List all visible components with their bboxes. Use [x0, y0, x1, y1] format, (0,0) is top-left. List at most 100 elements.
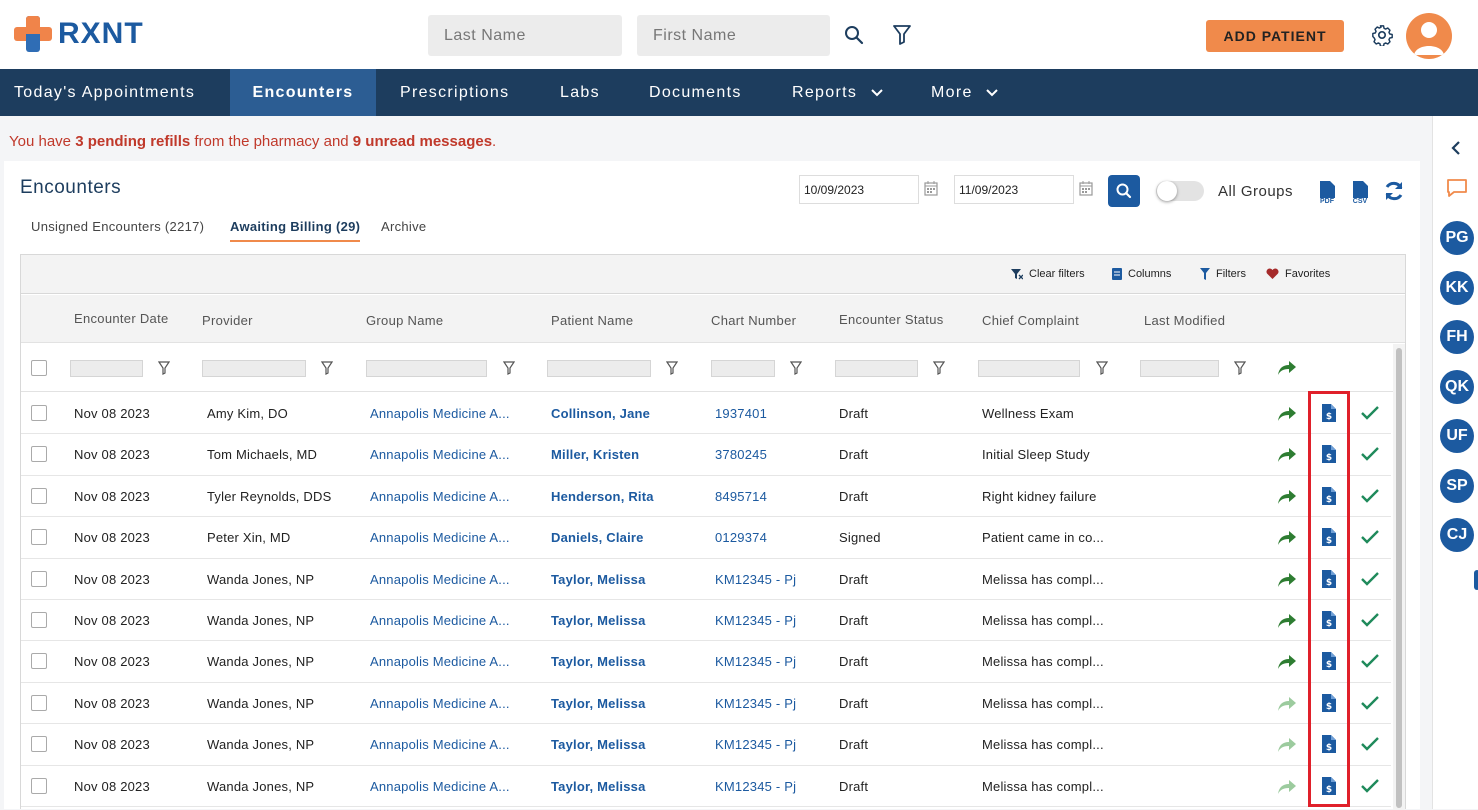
row-checkbox[interactable] — [31, 694, 47, 711]
funnel-icon[interactable] — [1234, 361, 1246, 375]
row-checkbox[interactable] — [31, 446, 47, 463]
table-row[interactable]: Nov 08 2023 Peter Xin, MD Annapolis Medici… — [21, 517, 1391, 559]
patient-name-link[interactable]: Taylor, Melissa — [551, 696, 646, 711]
table-row[interactable]: Nov 08 2023 Wanda Jones, NP Annapolis Medi… — [21, 683, 1391, 725]
check-icon[interactable] — [1361, 654, 1379, 669]
filter-last-modified-input[interactable] — [1140, 360, 1219, 377]
table-scrollbar[interactable] — [1393, 344, 1405, 810]
patient-name-link[interactable]: Taylor, Melissa — [551, 654, 646, 669]
forward-arrow-icon[interactable] — [1277, 737, 1297, 753]
check-icon[interactable] — [1361, 613, 1379, 627]
forward-arrow-icon[interactable] — [1277, 572, 1297, 588]
calendar-icon[interactable] — [1079, 181, 1093, 196]
table-row[interactable]: Nov 08 2023 Wanda Jones, NP Annapolis Medi… — [21, 724, 1391, 766]
table-row[interactable]: Nov 08 2023 Wanda Jones, NP Annapolis Medi… — [21, 559, 1391, 600]
col-chart-number[interactable]: Chart Number — [711, 313, 796, 328]
check-icon[interactable] — [1361, 530, 1379, 544]
user-bubble[interactable]: PG — [1440, 221, 1474, 255]
row-checkbox[interactable] — [31, 529, 47, 546]
date-to-input[interactable] — [954, 175, 1074, 204]
search-icon[interactable] — [843, 24, 865, 46]
unread-messages-link[interactable]: 9 unread messages — [353, 133, 492, 150]
favorites-button[interactable]: Favorites — [1266, 268, 1330, 280]
funnel-icon[interactable] — [1096, 361, 1108, 375]
nav-encounters[interactable]: Encounters — [230, 69, 376, 116]
filter-patient-input[interactable] — [547, 360, 651, 377]
nav-reports[interactable]: Reports — [778, 69, 883, 116]
columns-button[interactable]: Columns — [1112, 268, 1171, 280]
col-encounter-date[interactable]: Encounter Date — [74, 311, 169, 326]
refresh-icon[interactable] — [1383, 180, 1405, 202]
user-bubble[interactable]: UF — [1440, 419, 1474, 453]
user-bubble[interactable]: FH — [1440, 320, 1474, 354]
group-name-link[interactable]: Annapolis Medicine A... — [370, 613, 510, 628]
table-row[interactable]: Nov 08 2023 Tom Michaels, MD Annapolis Med… — [21, 434, 1391, 476]
chevron-left-icon[interactable] — [1450, 140, 1462, 156]
patient-name-link[interactable]: Henderson, Rita — [551, 489, 654, 504]
group-name-link[interactable]: Annapolis Medicine A... — [370, 447, 510, 462]
chart-number-link[interactable]: 1937401 — [715, 406, 767, 421]
funnel-icon[interactable] — [503, 361, 515, 375]
group-name-link[interactable]: Annapolis Medicine A... — [370, 737, 510, 752]
row-checkbox[interactable] — [31, 653, 47, 670]
patient-name-link[interactable]: Taylor, Melissa — [551, 779, 646, 794]
chart-number-link[interactable]: KM12345 - Pj — [715, 654, 796, 669]
check-icon[interactable] — [1361, 737, 1379, 751]
chart-number-link[interactable]: 8495714 — [715, 489, 767, 504]
chart-number-link[interactable]: 0129374 — [715, 530, 767, 545]
check-icon[interactable] — [1361, 778, 1379, 793]
user-bubble[interactable]: CJ — [1440, 518, 1474, 552]
col-group-name[interactable]: Group Name — [366, 313, 443, 328]
tab-archive[interactable]: Archive — [381, 219, 426, 240]
nav-labs[interactable]: Labs — [546, 69, 614, 116]
table-row[interactable]: Nov 08 2023 Wanda Jones, NP Annapolis Medi… — [21, 600, 1391, 642]
table-row[interactable]: Nov 08 2023 Wanda Jones, NP Annapolis Medi… — [21, 766, 1391, 807]
forward-arrow-icon[interactable] — [1277, 654, 1297, 670]
add-patient-button[interactable]: ADD PATIENT — [1206, 20, 1344, 52]
select-all-checkbox[interactable] — [31, 360, 47, 376]
filter-complaint-input[interactable] — [978, 360, 1080, 377]
filter-group-input[interactable] — [366, 360, 487, 377]
date-search-button[interactable] — [1108, 175, 1140, 207]
user-avatar[interactable] — [1406, 13, 1452, 59]
chart-number-link[interactable]: KM12345 - Pj — [715, 572, 796, 587]
nav-more[interactable]: More — [917, 69, 1012, 116]
row-checkbox[interactable] — [31, 570, 47, 587]
forward-arrow-icon[interactable] — [1277, 613, 1297, 629]
group-name-link[interactable]: Annapolis Medicine A... — [370, 572, 510, 587]
chart-number-link[interactable]: KM12345 - Pj — [715, 737, 796, 752]
patient-name-link[interactable]: Miller, Kristen — [551, 447, 639, 462]
chart-number-link[interactable]: KM12345 - Pj — [715, 779, 796, 794]
table-row[interactable]: Nov 08 2023 Wanda Jones, NP Annapolis Medi… — [21, 641, 1391, 683]
forward-arrow-icon[interactable] — [1277, 696, 1297, 712]
col-encounter-status[interactable]: Encounter Status — [839, 312, 944, 327]
user-bubble[interactable]: KK — [1440, 270, 1474, 305]
table-row[interactable]: Nov 08 2023 Tyler Reynolds, DDS Annapolis … — [21, 476, 1391, 518]
filter-status-input[interactable] — [835, 360, 918, 377]
col-provider[interactable]: Provider — [202, 313, 253, 328]
export-csv-icon[interactable]: CSV — [1349, 180, 1373, 204]
chart-number-link[interactable]: KM12345 - Pj — [715, 696, 796, 711]
check-icon[interactable] — [1361, 695, 1379, 710]
group-name-link[interactable]: Annapolis Medicine A... — [370, 779, 510, 794]
patient-name-link[interactable]: Daniels, Claire — [551, 530, 644, 545]
tab-awaiting-billing[interactable]: Awaiting Billing (29) — [230, 219, 361, 242]
date-from-input[interactable] — [799, 175, 919, 204]
filter-icon[interactable] — [891, 24, 913, 46]
funnel-icon[interactable] — [158, 361, 170, 375]
user-bubble[interactable]: SP — [1440, 468, 1474, 503]
chart-number-link[interactable]: KM12345 - Pj — [715, 613, 796, 628]
user-bubble[interactable]: QK — [1440, 369, 1474, 404]
forward-arrow-icon[interactable] — [1277, 489, 1297, 505]
nav-todays-appointments[interactable]: Today's Appointments — [0, 69, 209, 116]
col-last-modified[interactable]: Last Modified — [1144, 313, 1225, 328]
check-icon[interactable] — [1361, 406, 1379, 420]
forward-arrow-icon[interactable] — [1277, 447, 1297, 463]
filter-encounter-date-input[interactable] — [70, 360, 143, 377]
forward-arrow-icon[interactable] — [1277, 406, 1297, 422]
patient-name-link[interactable]: Taylor, Melissa — [551, 572, 646, 587]
pending-refills-link[interactable]: 3 pending refills — [75, 133, 190, 150]
row-checkbox[interactable] — [31, 777, 47, 794]
nav-prescriptions[interactable]: Prescriptions — [386, 69, 523, 116]
patient-name-link[interactable]: Taylor, Melissa — [551, 737, 646, 752]
